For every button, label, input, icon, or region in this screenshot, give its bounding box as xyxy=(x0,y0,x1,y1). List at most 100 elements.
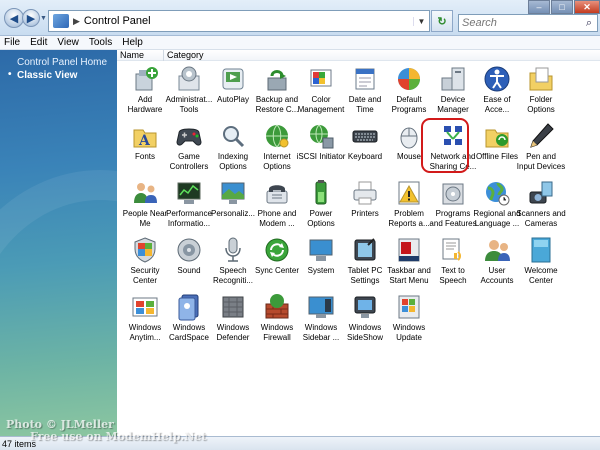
problem-reports-icon xyxy=(394,178,424,208)
autoplay-icon xyxy=(218,64,248,94)
applet-sync-center[interactable]: Sync Center xyxy=(255,235,299,289)
game-controllers-icon xyxy=(174,121,204,151)
sound-icon xyxy=(174,235,204,265)
windows-update-icon xyxy=(394,292,424,322)
ease-of-access-icon xyxy=(482,64,512,94)
applet-label: Scanners and Cameras xyxy=(516,209,566,228)
defender-icon xyxy=(218,292,248,322)
control-panel-icon xyxy=(53,14,69,28)
iscsi-initiator-icon xyxy=(306,121,336,151)
sidebar-item-classic-view[interactable]: Classic View xyxy=(8,69,77,81)
speech-recognition-icon xyxy=(218,235,248,265)
content-area: Name Category Add Hardware Administrat...… xyxy=(117,50,600,436)
minimize-button[interactable]: – xyxy=(528,0,550,14)
menu-tools[interactable]: Tools xyxy=(84,37,117,48)
sidebar-icon xyxy=(306,292,336,322)
back-arrow-icon: ◀ xyxy=(9,12,19,25)
applet-administrative-tools[interactable]: Administrat... Tools xyxy=(166,64,212,118)
address-field[interactable]: ▶ Control Panel ▼ xyxy=(48,10,430,32)
backup-restore-icon xyxy=(262,64,292,94)
applet-power-options[interactable]: Power Options xyxy=(299,178,343,232)
maximize-icon: □ xyxy=(559,2,565,12)
applet-iscsi-initiator[interactable]: iSCSI Initiator xyxy=(297,121,345,175)
tablet-pc-icon xyxy=(350,235,380,265)
security-center-icon xyxy=(130,235,160,265)
refresh-icon: ↻ xyxy=(437,15,447,28)
programs-features-icon xyxy=(438,178,468,208)
menu-help[interactable]: Help xyxy=(117,37,148,48)
address-dropdown-icon[interactable]: ▼ xyxy=(413,16,429,26)
folder-options-icon xyxy=(526,64,556,94)
applet-speech-recognition[interactable]: Speech Recogniti... xyxy=(211,235,255,289)
breadcrumb[interactable]: Control Panel xyxy=(84,15,413,27)
administrative-tools-icon xyxy=(174,64,204,94)
pen-input-icon xyxy=(526,121,556,151)
applet-label: Windows Update xyxy=(392,323,426,342)
welcome-center-icon xyxy=(526,235,556,265)
default-programs-icon xyxy=(394,64,424,94)
people-near-me-icon xyxy=(130,178,160,208)
svg-text:A: A xyxy=(138,133,151,149)
recent-pages-dropdown[interactable]: ▼ xyxy=(40,15,47,22)
search-input[interactable] xyxy=(459,17,581,29)
applet-performance[interactable]: Performance Informatio... xyxy=(166,178,212,232)
printers-icon xyxy=(350,178,380,208)
applet-pen-input[interactable]: Pen and Input Devices xyxy=(517,121,565,175)
user-accounts-icon xyxy=(482,235,512,265)
applet-label: Folder Options xyxy=(527,95,555,114)
keyboard-icon xyxy=(350,121,380,151)
color-management-icon xyxy=(306,64,336,94)
applet-internet-options[interactable]: Internet Options xyxy=(255,121,299,175)
cardspace-icon xyxy=(174,292,204,322)
address-bar: ◀ ▶ ▼ ▶ Control Panel ▼ ↻ ⌕ – □ ✕ xyxy=(0,0,600,36)
date-time-icon xyxy=(350,64,380,94)
applet-label: Pen and Input Devices xyxy=(516,152,566,171)
highlight-circle xyxy=(421,118,469,173)
system-icon xyxy=(306,235,336,265)
column-header-category[interactable]: Category xyxy=(167,50,204,61)
windows-anytime-icon xyxy=(130,292,160,322)
maximize-button[interactable]: □ xyxy=(551,0,573,14)
watermark-usage: Free use on ModemHelp.Net xyxy=(30,430,207,443)
forward-arrow-icon: ▶ xyxy=(26,12,36,25)
personalization-icon xyxy=(218,178,248,208)
close-button[interactable]: ✕ xyxy=(574,0,600,14)
applet-welcome-center[interactable]: Welcome Center xyxy=(519,235,563,289)
menu-file[interactable]: File xyxy=(0,37,25,48)
back-button[interactable]: ◀ xyxy=(4,8,24,28)
breadcrumb-separator-icon[interactable]: ▶ xyxy=(73,16,80,27)
applet-label: Welcome Center xyxy=(524,266,558,285)
internet-options-icon xyxy=(262,121,292,151)
menu-view[interactable]: View xyxy=(52,37,84,48)
regional-language-icon xyxy=(482,178,512,208)
column-headers: Name Category xyxy=(117,50,600,61)
add-hardware-icon xyxy=(130,64,160,94)
offline-files-icon xyxy=(482,121,512,151)
forward-button[interactable]: ▶ xyxy=(22,9,40,27)
applet-scanners-cameras[interactable]: Scanners and Cameras xyxy=(516,178,566,232)
sideshow-icon xyxy=(350,292,380,322)
sync-center-icon xyxy=(262,235,292,265)
menu-bar: File Edit View Tools Help xyxy=(0,36,600,50)
task-pane: Control Panel Home Classic View xyxy=(0,50,117,436)
refresh-button[interactable]: ↻ xyxy=(431,10,453,32)
close-icon: ✕ xyxy=(583,1,591,12)
menu-edit[interactable]: Edit xyxy=(25,37,52,48)
applet-keyboard[interactable]: Keyboard xyxy=(343,121,387,175)
indexing-options-icon xyxy=(218,121,248,151)
power-options-icon xyxy=(306,178,336,208)
scanners-cameras-icon xyxy=(526,178,556,208)
applet-security-center[interactable]: Security Center xyxy=(123,235,167,289)
fonts-icon: A xyxy=(130,121,160,151)
mouse-icon xyxy=(394,121,424,151)
column-header-name[interactable]: Name xyxy=(120,50,164,61)
firewall-icon xyxy=(262,292,292,322)
sidebar-item-control-panel-home[interactable]: Control Panel Home xyxy=(17,57,107,68)
performance-icon xyxy=(174,178,204,208)
taskbar-icon xyxy=(394,235,424,265)
search-icon[interactable]: ⌕ xyxy=(581,17,597,30)
search-box[interactable]: ⌕ xyxy=(458,14,598,32)
minimize-icon: – xyxy=(536,2,542,12)
applet-windows-update[interactable]: Windows Update xyxy=(387,292,431,346)
applet-folder-options[interactable]: Folder Options xyxy=(519,64,563,118)
